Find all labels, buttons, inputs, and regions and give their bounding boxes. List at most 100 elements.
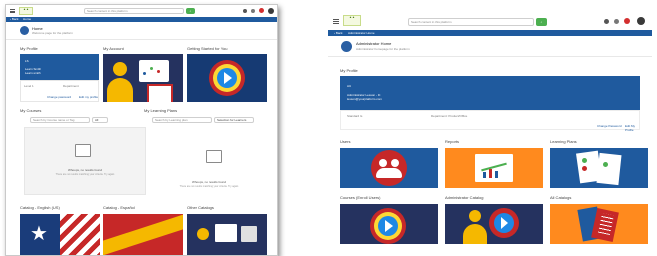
bell-icon[interactable]	[614, 19, 619, 24]
tile-label-courses: Courses (Enroll Users)	[340, 195, 381, 200]
page-subtitle: Welcome page for the platform	[32, 31, 73, 35]
learning-plans-search-input[interactable]: Search by Learning plan	[152, 117, 212, 123]
tile-label-reports: Reports	[445, 139, 460, 144]
edit-profile-link[interactable]: Edit my profile	[79, 95, 98, 99]
flag-band-illustration	[103, 214, 183, 255]
search-input[interactable]: Search content in this platform	[408, 18, 534, 26]
profile-username: Learn.smith	[25, 71, 41, 75]
catalog-english-tile[interactable]: ★	[20, 214, 100, 255]
learning-plans-empty-panel: Whoops, no results found There are no re…	[149, 127, 269, 195]
home-icon	[20, 26, 29, 35]
courses-filter-select[interactable]: All	[92, 117, 108, 123]
admin-home-screenshot: ▲▲ Search content in this platform ⌕ ‹ B…	[328, 12, 652, 248]
profile-card: AU Administrator Lesson - Fi lesson@your…	[340, 76, 640, 110]
platform-logo[interactable]: ▲▲	[19, 7, 33, 15]
person-head-illustration	[113, 62, 127, 76]
change-password-link[interactable]: Change password	[47, 95, 71, 99]
page-header: Administrator Home Administrator homepag…	[328, 36, 652, 57]
person-head-illustration	[469, 210, 481, 222]
book-illustration	[215, 224, 237, 242]
page-title: Administrator Home	[356, 41, 392, 46]
group-icon	[376, 168, 402, 178]
learning-plans-empty-title: Whoops, no results found	[191, 180, 227, 184]
users-tile[interactable]	[340, 148, 438, 188]
section-title-learning-plans: My Learning Plans	[144, 108, 178, 113]
getting-started-tile[interactable]	[187, 54, 267, 102]
change-password-link[interactable]: Change Password	[597, 124, 622, 128]
section-title-getting-started: Getting Started for You	[187, 46, 228, 51]
search-icon: ⌕	[540, 20, 543, 24]
learning-plans-filter-select[interactable]: Selection for Learners	[214, 117, 254, 123]
catalog-espanol-tile[interactable]	[103, 214, 183, 255]
star-icon: ★	[30, 223, 48, 245]
profile-initials: LS	[25, 59, 29, 63]
section-title-account: My Account	[103, 46, 124, 51]
edit-profile-link[interactable]: Edit My Profile	[625, 124, 639, 132]
tile-label-learning-plans: Learning Plans	[550, 139, 577, 144]
flag-stripes-illustration	[60, 214, 100, 255]
play-triangle-icon	[385, 220, 393, 232]
platform-logo[interactable]: ▲▲	[343, 15, 361, 26]
courses-empty-subtitle: There are no results matching your crite…	[55, 173, 115, 176]
search-button[interactable]: ⌕	[186, 8, 195, 14]
person-body-illustration	[463, 224, 487, 244]
tile-label-admin-catalog: Administrator Catalog	[445, 195, 484, 200]
courses-empty-panel: Whoops, no results found There are no re…	[24, 127, 146, 195]
user-icon	[391, 159, 399, 167]
my-account-tile[interactable]	[103, 54, 183, 102]
hamburger-menu-icon[interactable]	[333, 19, 339, 24]
profile-details: Level 1 Department Change password Edit …	[20, 80, 99, 102]
profile-card: LS Learn Smith Learn.smith	[20, 54, 99, 80]
folder-search-icon	[206, 150, 222, 163]
courses-empty-title: Whoops, no results found	[67, 168, 103, 172]
section-title-profile: My Profile	[340, 68, 358, 73]
profile-details: Standard Is Department: Product/Office C…	[340, 110, 640, 132]
admin-catalog-tile[interactable]	[445, 204, 543, 244]
section-title-profile: My Profile	[20, 46, 38, 51]
other-catalogs-tile[interactable]	[187, 214, 267, 255]
bell-icon[interactable]	[251, 9, 255, 13]
learning-plans-empty-subtitle: There are no results matching your crite…	[179, 185, 239, 188]
tile-label-all-catalogs: All Catalogs	[550, 195, 572, 200]
reports-tile[interactable]	[445, 148, 543, 188]
courses-enroll-tile[interactable]	[340, 204, 438, 244]
profile-field-2: Department: Product/Office	[431, 114, 468, 118]
settings-icon[interactable]	[604, 19, 609, 24]
learning-plans-tile[interactable]	[550, 148, 648, 188]
profile-field-2: Department	[63, 84, 79, 88]
settings-icon[interactable]	[243, 9, 247, 13]
section-title-other-catalogs: Other Catalogs	[187, 205, 214, 210]
person-body-illustration	[107, 78, 133, 102]
checklist-illustration	[596, 152, 622, 186]
courses-search-input[interactable]: Search by Course name or Tag	[30, 117, 90, 123]
check-icon	[582, 158, 587, 163]
avatar[interactable]	[268, 8, 274, 14]
search-button[interactable]: ⌕	[536, 18, 547, 26]
profile-initials: AU	[347, 84, 352, 88]
search-icon: ⌕	[189, 9, 192, 13]
notifications-badge[interactable]	[259, 8, 264, 13]
certificate-illustration	[147, 84, 173, 102]
all-catalogs-tile[interactable]	[550, 204, 648, 244]
section-title-courses: My Courses	[20, 108, 42, 113]
avatar[interactable]	[637, 17, 645, 25]
notifications-badge[interactable]	[624, 18, 630, 24]
learner-home-screenshot: ▲▲ Search content in this platform ⌕ ‹ B…	[5, 4, 278, 256]
profile-field-1: Level 1	[24, 84, 34, 88]
page-subtitle: Administrator homepage for the platform	[356, 47, 410, 51]
section-title-catalog-english: Catalog - English (US)	[20, 205, 60, 210]
report-sheet-illustration	[475, 154, 513, 182]
check-icon	[582, 166, 587, 171]
check-icon	[603, 162, 608, 167]
tile-label-users: Users	[340, 139, 351, 144]
home-icon	[341, 41, 352, 52]
folder-search-icon	[75, 144, 91, 157]
page-header: Home Welcome page for the platform	[6, 22, 277, 40]
hamburger-menu-icon[interactable]	[10, 9, 15, 13]
play-triangle-icon	[501, 217, 508, 229]
search-input[interactable]: Search content in this platform	[84, 8, 184, 14]
lightbulb-icon	[197, 228, 209, 240]
top-bar: ▲▲ Search content in this platform ⌕	[328, 12, 652, 31]
play-triangle-icon	[224, 72, 232, 84]
section-title-catalog-espanol: Catalog - Español	[103, 205, 135, 210]
